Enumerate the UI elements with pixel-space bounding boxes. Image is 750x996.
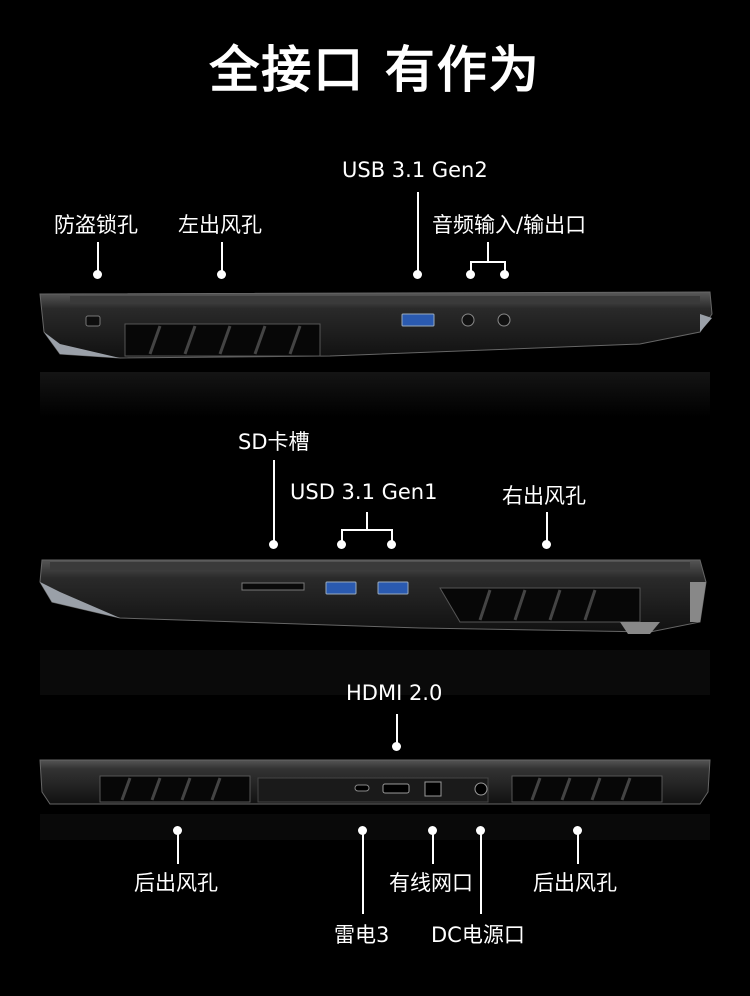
ethernet-label: 有线网口 bbox=[389, 871, 473, 895]
audio-in-dot bbox=[466, 270, 475, 279]
usb-gen1-label: USD 3.1 Gen1 bbox=[290, 480, 438, 504]
laptop-right-side bbox=[39, 559, 710, 695]
rear-vent-right-label: 后出风孔 bbox=[533, 871, 617, 895]
usb-gen2-leader bbox=[417, 192, 419, 274]
dc-label: DC电源口 bbox=[431, 923, 525, 947]
right-vent-label: 右出风孔 bbox=[502, 484, 586, 508]
left-vent-label: 左出风孔 bbox=[178, 213, 262, 237]
laptop-rear bbox=[39, 759, 711, 840]
audio-bracket bbox=[470, 261, 506, 263]
audio-out-dot bbox=[500, 270, 509, 279]
sd-dot bbox=[269, 540, 278, 549]
right-vent-leader bbox=[546, 512, 548, 542]
right-vent-dot bbox=[542, 540, 551, 549]
rear-vent-left-label: 后出风孔 bbox=[134, 871, 218, 895]
usb-gen1-dot-a bbox=[337, 540, 346, 549]
rear-vent-left-leader bbox=[177, 830, 179, 864]
lock-label: 防盗锁孔 bbox=[54, 213, 138, 237]
dc-leader bbox=[480, 830, 482, 914]
left-vent-dot bbox=[217, 270, 226, 279]
audio-label: 音频输入/输出口 bbox=[432, 213, 587, 237]
hdmi-dot bbox=[392, 742, 401, 751]
thunderbolt-leader bbox=[362, 830, 364, 914]
sd-leader bbox=[273, 460, 275, 542]
usb-gen1-leader bbox=[366, 512, 368, 530]
lock-dot bbox=[93, 270, 102, 279]
audio-leader bbox=[487, 242, 489, 262]
sd-label: SD卡槽 bbox=[238, 430, 310, 454]
usb-gen2-dot bbox=[413, 270, 422, 279]
rear-vent-right-leader bbox=[577, 830, 579, 864]
thunderbolt-label: 雷电3 bbox=[334, 923, 390, 947]
usb-gen1-bracket bbox=[341, 529, 393, 531]
ethernet-leader bbox=[432, 830, 434, 864]
hdmi-label: HDMI 2.0 bbox=[346, 681, 443, 705]
usb-gen2-label: USB 3.1 Gen2 bbox=[342, 158, 488, 182]
usb-gen1-dot-b bbox=[387, 540, 396, 549]
laptop-left-side bbox=[39, 291, 713, 417]
page-title: 全接口 有作为 bbox=[209, 41, 541, 99]
